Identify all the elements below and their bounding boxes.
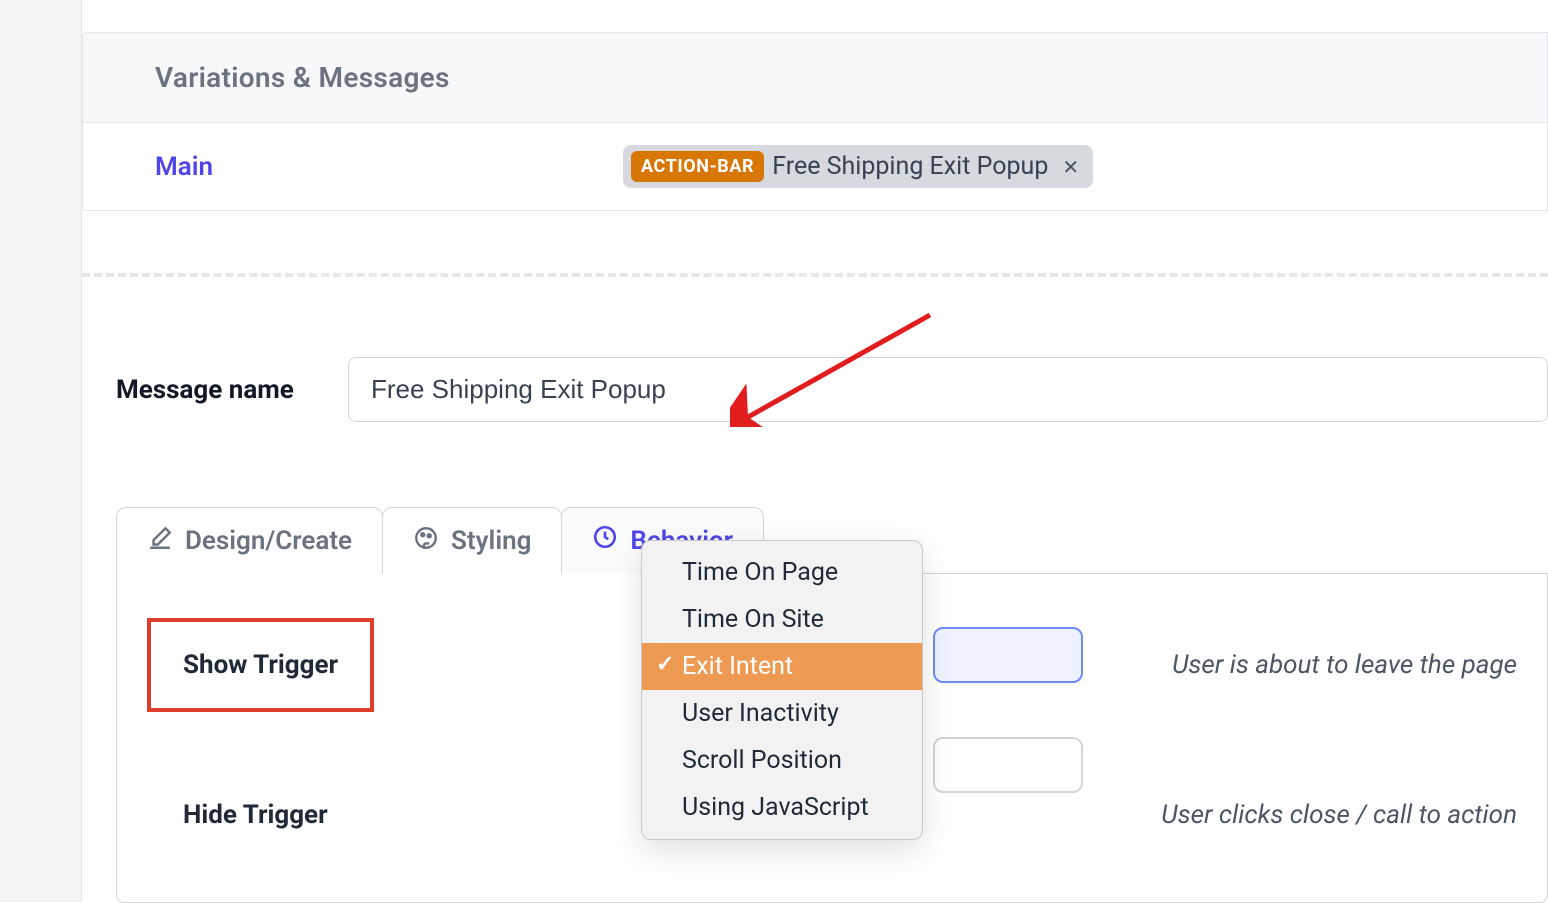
dropdown-item-using-javascript[interactable]: Using JavaScript <box>642 784 922 831</box>
tab-styling-label: Styling <box>451 526 531 556</box>
message-name-label: Message name <box>116 375 316 405</box>
palette-icon <box>413 525 439 558</box>
tab-design-label: Design/Create <box>185 526 352 556</box>
variations-title: Variations & Messages <box>155 61 1475 94</box>
variations-header: Variations & Messages <box>83 33 1547 122</box>
tab-styling[interactable]: Styling <box>382 507 562 574</box>
variation-main-link[interactable]: Main <box>155 152 213 182</box>
main-content: Variations & Messages Main ACTION-BAR Fr… <box>82 0 1548 903</box>
dropdown-item-time-on-page[interactable]: Time On Page <box>642 549 922 596</box>
trigger-dropdown: Time On Page Time On Site Exit Intent Us… <box>641 540 923 840</box>
show-trigger-highlight: Show Trigger <box>147 618 374 712</box>
hide-trigger-description: User clicks close / call to action <box>1161 800 1517 830</box>
edit-icon <box>147 525 173 558</box>
dropdown-item-user-inactivity[interactable]: User Inactivity <box>642 690 922 737</box>
form-area: Message name Design/Create <box>82 277 1548 903</box>
hide-trigger-select[interactable] <box>933 737 1083 793</box>
dropdown-item-time-on-site[interactable]: Time On Site <box>642 596 922 643</box>
message-name-input[interactable] <box>348 357 1548 422</box>
hide-trigger-label: Hide Trigger <box>147 772 360 858</box>
left-sidebar-stub <box>0 0 82 902</box>
show-trigger-description: User is about to leave the page <box>1172 650 1517 680</box>
close-icon[interactable]: ✕ <box>1056 155 1079 179</box>
message-chip[interactable]: ACTION-BAR Free Shipping Exit Popup ✕ <box>623 145 1093 188</box>
variation-row: Main ACTION-BAR Free Shipping Exit Popup… <box>83 122 1547 210</box>
chip-label: Free Shipping Exit Popup <box>772 152 1048 181</box>
tab-design-create[interactable]: Design/Create <box>116 507 383 574</box>
chip-type-badge: ACTION-BAR <box>631 151 764 182</box>
page-root: Variations & Messages Main ACTION-BAR Fr… <box>0 0 1548 903</box>
behavior-panel: Time On Page Time On Site Exit Intent Us… <box>116 574 1548 903</box>
message-name-row: Message name <box>116 357 1548 422</box>
show-trigger-select[interactable] <box>933 627 1083 683</box>
dropdown-item-scroll-position[interactable]: Scroll Position <box>642 737 922 784</box>
clock-icon <box>592 524 618 557</box>
dropdown-item-exit-intent[interactable]: Exit Intent <box>642 643 922 690</box>
show-trigger-label: Show Trigger <box>183 650 338 680</box>
variations-card: Variations & Messages Main ACTION-BAR Fr… <box>82 32 1548 211</box>
message-chip-wrap: ACTION-BAR Free Shipping Exit Popup ✕ <box>623 145 1093 188</box>
tabs-container: Design/Create Styling Behavior <box>116 507 1548 903</box>
